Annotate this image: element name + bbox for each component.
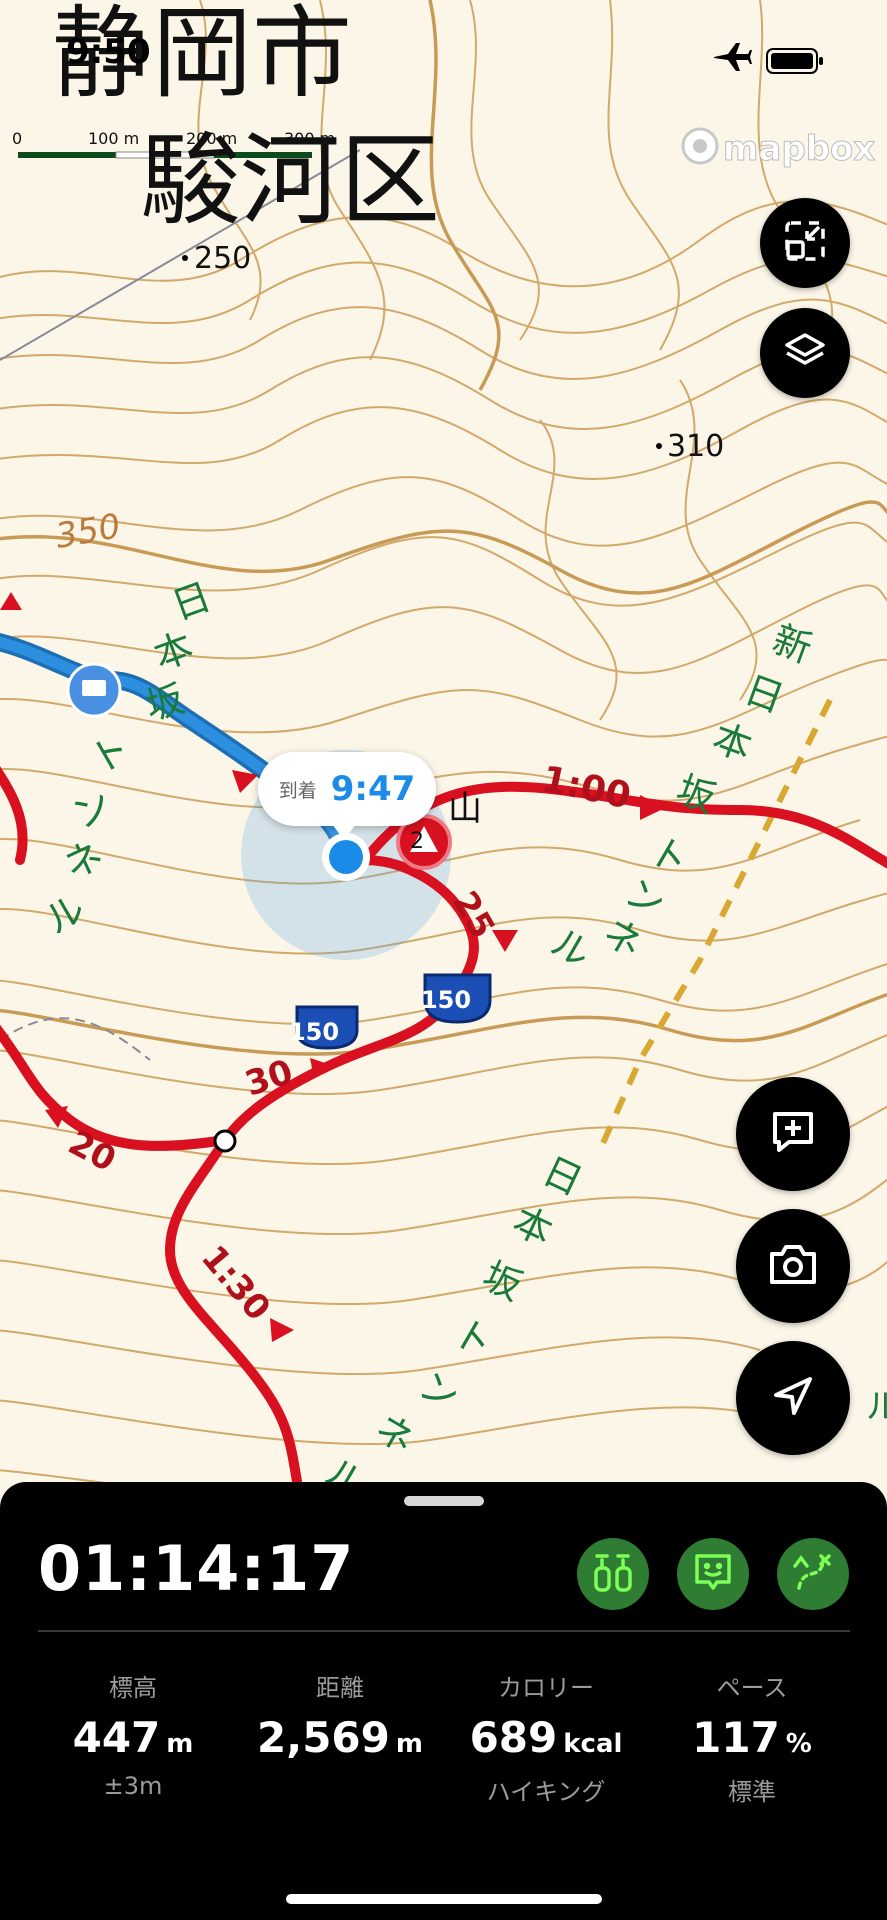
collapse-icon [783,219,827,267]
collapse-map-button[interactable] [760,198,850,288]
stat-pace-label: ペース [716,1674,788,1702]
current-location-button[interactable] [736,1341,850,1455]
layers-icon [783,329,827,377]
home-indicator[interactable] [286,1894,602,1904]
stat-elevation-sub: ±3m [103,1772,163,1800]
add-note-button[interactable] [736,1077,850,1191]
stat-pace-sub: 標準 [728,1778,776,1806]
add-note-icon [769,1108,817,1160]
route-icon [793,1552,833,1596]
elevation-250: 250 [194,241,251,276]
stat-calories-value: 689 [469,1713,558,1762]
stat-distance-value: 2,569 [257,1713,390,1762]
location-arrow-icon [770,1373,816,1423]
face-icon [693,1552,733,1596]
gear-icon [593,1550,633,1598]
elapsed-timer: 01:14:17 [38,1532,355,1605]
scale-tick-200: 200 m [186,129,237,148]
camera-icon [768,1242,818,1290]
face-button[interactable] [677,1538,749,1610]
tracking-panel: 01:14:17 標高 447 m ±3m 距離 2,569 m カロリー 689 k… [0,1482,887,1920]
stat-distance: 距離 2,569 m [240,1668,440,1772]
stat-pace: ペース 117% 標準 [652,1668,852,1807]
note-marker [66,662,122,718]
route-shield-1-label: 150 [289,1018,339,1046]
arrival-callout[interactable]: 到着 9:47 [258,752,436,840]
panel-divider [38,1630,850,1632]
stat-elevation-value: 447 [72,1713,161,1762]
stat-calories-unit: kcal [563,1729,623,1759]
stat-calories-label: カロリー [498,1674,594,1702]
scale-tick-0: 0 [12,129,22,148]
mapbox-label: mapbox [723,129,875,169]
airplane-mode-icon [712,40,752,80]
route-marker-label: 2 [410,829,424,854]
stat-pace-unit: % [785,1729,812,1759]
status-time: 9:50 [66,32,151,72]
route-shield-2-label: 150 [421,986,471,1014]
peak-label: 山 [448,789,482,829]
stat-elevation-label: 標高 [109,1674,157,1702]
stat-distance-label: 距離 [316,1674,364,1702]
settings-button[interactable] [577,1538,649,1610]
layers-button[interactable] [760,308,850,398]
stat-calories: カロリー 689 kcal ハイキング [446,1668,646,1807]
scale-tick-100: 100 m [88,129,139,148]
camera-button[interactable] [736,1209,850,1323]
drag-handle[interactable] [404,1496,484,1506]
elevation-310: 310 [667,429,724,464]
arrival-time: 9:47 [330,769,416,809]
battery-icon [766,44,824,84]
route-button[interactable] [777,1538,849,1610]
stat-elevation: 標高 447 m ±3m [33,1668,233,1800]
current-location [322,833,370,881]
stat-pace-value: 117 [692,1713,780,1762]
stat-distance-unit: m [395,1729,423,1759]
scale-tick-300: 300 m [284,129,335,148]
stat-calories-sub: ハイキング [486,1778,606,1806]
right-edge-label: ル [866,1387,887,1427]
arrival-label: 到着 [278,779,317,802]
stat-elevation-unit: m [166,1729,194,1759]
